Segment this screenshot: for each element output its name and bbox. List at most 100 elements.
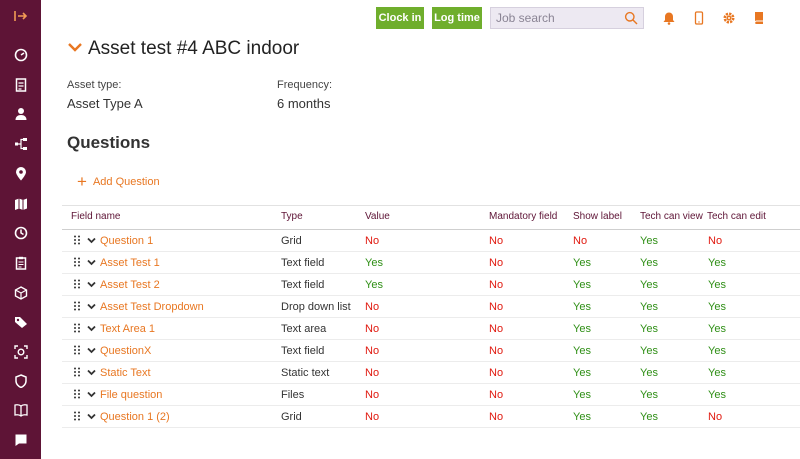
table-row[interactable]: Question 1 Grid No No No Yes No <box>62 230 800 252</box>
mandatory-cell: No <box>489 367 504 379</box>
header-tech-view[interactable]: Tech can view <box>640 211 703 222</box>
header-value[interactable]: Value <box>365 211 390 222</box>
table-row[interactable]: Static Text Static text No No Yes Yes Yes <box>62 362 800 384</box>
drag-handle-icon[interactable] <box>73 345 81 355</box>
tech-edit-cell: Yes <box>708 257 726 269</box>
table-row[interactable]: Asset Test 1 Text field Yes No Yes Yes Yes <box>62 252 800 274</box>
value-cell: No <box>365 367 380 379</box>
chevron-down-icon[interactable] <box>87 391 96 398</box>
chevron-down-icon[interactable] <box>87 281 96 288</box>
drag-handle-icon[interactable] <box>73 257 81 267</box>
drag-handle-icon[interactable] <box>73 367 81 377</box>
show-label-cell: Yes <box>573 301 591 313</box>
job-search-input[interactable] <box>491 8 619 28</box>
field-name-link[interactable]: Text Area 1 <box>100 323 155 335</box>
asset-type-value: Asset Type A <box>67 96 143 111</box>
tech-edit-cell: No <box>708 235 723 247</box>
header-mandatory[interactable]: Mandatory field <box>489 211 557 222</box>
chevron-down-icon[interactable] <box>87 237 96 244</box>
type-cell: Static text <box>281 367 330 379</box>
clock-in-button[interactable]: Clock in <box>376 7 424 29</box>
header-tech-edit[interactable]: Tech can edit <box>707 211 766 222</box>
field-name-link[interactable]: Asset Test Dropdown <box>100 301 204 313</box>
chevron-down-icon[interactable] <box>87 369 96 376</box>
add-question-label: Add Question <box>92 176 160 188</box>
drag-handle-icon[interactable] <box>73 235 81 245</box>
value-cell: No <box>365 389 380 401</box>
type-cell: Text field <box>281 345 325 357</box>
tech-view-cell: Yes <box>640 279 658 291</box>
shield-icon[interactable] <box>0 369 41 393</box>
expand-sidebar-icon[interactable] <box>0 4 41 28</box>
tech-view-cell: Yes <box>640 411 658 423</box>
page-title: Asset test #4 ABC indoor <box>88 38 300 59</box>
tech-edit-cell: No <box>708 411 723 423</box>
drag-handle-icon[interactable] <box>73 411 81 421</box>
value-cell: No <box>365 323 380 335</box>
search-icon[interactable] <box>624 11 638 25</box>
chevron-down-icon[interactable] <box>87 303 96 310</box>
table-row[interactable]: Asset Test Dropdown Drop down list No No Yes… <box>62 296 800 318</box>
show-label-cell: Yes <box>573 367 591 379</box>
field-name-link[interactable]: Question 1 (2) <box>100 411 170 423</box>
book-icon[interactable] <box>750 9 768 27</box>
show-label-cell: Yes <box>573 257 591 269</box>
clock-icon[interactable] <box>0 221 41 245</box>
book-icon[interactable] <box>0 398 41 422</box>
table-row[interactable]: QuestionX Text field No No Yes Yes Yes <box>62 340 800 362</box>
drag-handle-icon[interactable] <box>73 323 81 333</box>
chevron-down-icon[interactable] <box>87 325 96 332</box>
type-cell: Text area <box>281 323 327 335</box>
hierarchy-icon[interactable] <box>0 132 41 156</box>
table-row[interactable]: Question 1 (2) Grid No No Yes Yes No <box>62 406 800 428</box>
tech-edit-cell: Yes <box>708 389 726 401</box>
value-cell: No <box>365 345 380 357</box>
customers-icon[interactable] <box>0 102 41 126</box>
location-icon[interactable] <box>0 162 41 186</box>
tech-view-cell: Yes <box>640 257 658 269</box>
frequency-value: 6 months <box>277 96 331 111</box>
field-name-link[interactable]: Static Text <box>100 367 151 379</box>
field-name-link[interactable]: QuestionX <box>100 345 151 357</box>
collapse-chevron-icon[interactable] <box>67 41 83 55</box>
table-row[interactable]: Text Area 1 Text area No No Yes Yes Yes <box>62 318 800 340</box>
tags-icon[interactable] <box>0 310 41 334</box>
asset-type-label: Asset type: <box>67 79 122 91</box>
table-divider <box>62 205 800 206</box>
tech-edit-cell: Yes <box>708 301 726 313</box>
show-label-cell: Yes <box>573 323 591 335</box>
drag-handle-icon[interactable] <box>73 389 81 399</box>
drag-handle-icon[interactable] <box>73 301 81 311</box>
sidebar <box>0 0 41 459</box>
field-name-link[interactable]: Asset Test 2 <box>100 279 160 291</box>
add-question-button[interactable]: + Add Question <box>77 173 160 190</box>
table-row[interactable]: File question Files No No Yes Yes Yes <box>62 384 800 406</box>
header-field-name[interactable]: Field name <box>71 211 120 222</box>
value-cell: No <box>365 235 380 247</box>
bell-icon[interactable] <box>660 9 678 27</box>
show-label-cell: Yes <box>573 411 591 423</box>
table-row[interactable]: Asset Test 2 Text field Yes No Yes Yes Yes <box>62 274 800 296</box>
map-icon[interactable] <box>0 192 41 216</box>
quotes-icon[interactable] <box>0 73 41 97</box>
field-name-link[interactable]: File question <box>100 389 162 401</box>
show-label-cell: Yes <box>573 345 591 357</box>
chevron-down-icon[interactable] <box>87 259 96 266</box>
header-type[interactable]: Type <box>281 211 303 222</box>
assets-icon[interactable] <box>0 340 41 364</box>
log-time-button[interactable]: Log time <box>432 7 482 29</box>
value-cell: No <box>365 411 380 423</box>
header-show-label[interactable]: Show label <box>573 211 622 222</box>
jobs-icon[interactable] <box>0 251 41 275</box>
chat-icon[interactable] <box>0 428 41 452</box>
gear-icon[interactable] <box>720 9 738 27</box>
box-icon[interactable] <box>0 281 41 305</box>
chevron-down-icon[interactable] <box>87 413 96 420</box>
field-name-link[interactable]: Asset Test 1 <box>100 257 160 269</box>
phone-icon[interactable] <box>690 9 708 27</box>
field-name-link[interactable]: Question 1 <box>100 235 153 247</box>
drag-handle-icon[interactable] <box>73 279 81 289</box>
dashboard-icon[interactable] <box>0 43 41 67</box>
tech-view-cell: Yes <box>640 389 658 401</box>
chevron-down-icon[interactable] <box>87 347 96 354</box>
